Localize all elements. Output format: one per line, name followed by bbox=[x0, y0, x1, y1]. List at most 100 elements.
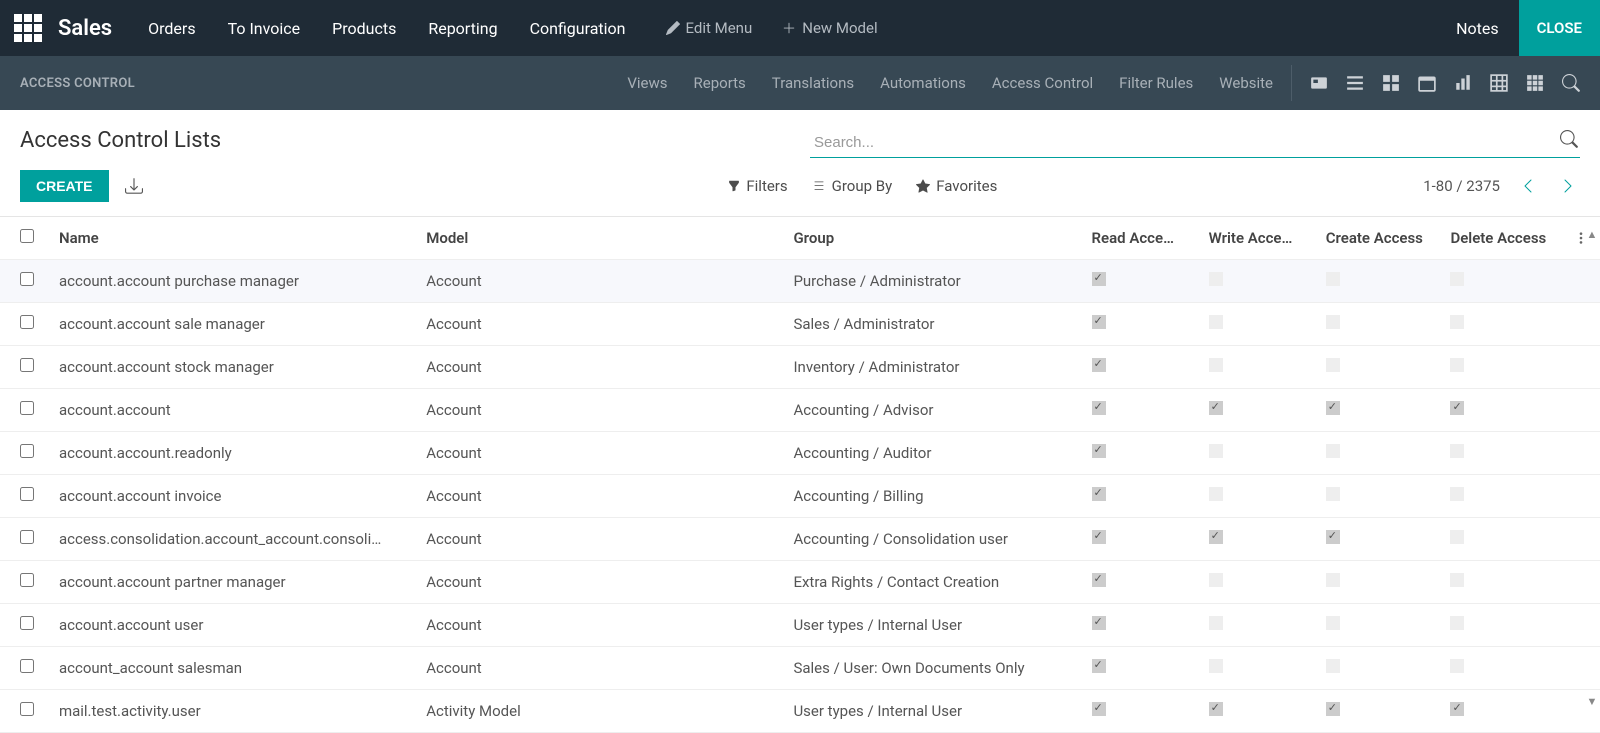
delete-checkbox[interactable] bbox=[1450, 487, 1464, 501]
create-checkbox[interactable] bbox=[1326, 487, 1340, 501]
write-checkbox[interactable] bbox=[1209, 315, 1223, 329]
pager-prev[interactable] bbox=[1516, 174, 1540, 198]
subnav-filter-rules[interactable]: Filter Rules bbox=[1119, 74, 1193, 92]
calendar-icon[interactable] bbox=[1418, 74, 1436, 92]
delete-checkbox[interactable] bbox=[1450, 401, 1464, 415]
scroll-up-icon[interactable]: ▲ bbox=[1587, 225, 1598, 244]
table-row[interactable]: access.consolidation.account_account.con… bbox=[0, 518, 1600, 561]
row-checkbox[interactable] bbox=[20, 487, 34, 501]
read-checkbox[interactable] bbox=[1092, 659, 1106, 673]
create-checkbox[interactable] bbox=[1326, 315, 1340, 329]
create-checkbox[interactable] bbox=[1326, 530, 1340, 544]
read-checkbox[interactable] bbox=[1092, 616, 1106, 630]
table-row[interactable]: account.account stock managerAccountInve… bbox=[0, 346, 1600, 389]
create-button[interactable]: CREATE bbox=[20, 170, 109, 202]
read-checkbox[interactable] bbox=[1092, 530, 1106, 544]
apps-icon[interactable] bbox=[14, 14, 42, 42]
notes-link[interactable]: Notes bbox=[1456, 19, 1499, 38]
row-checkbox[interactable] bbox=[20, 702, 34, 716]
table-row[interactable]: account.account partner managerAccountEx… bbox=[0, 561, 1600, 604]
table-row[interactable]: account.accountAccountAccounting / Advis… bbox=[0, 389, 1600, 432]
nav-products[interactable]: Products bbox=[332, 19, 396, 38]
table-row[interactable]: account.account invoiceAccountAccounting… bbox=[0, 475, 1600, 518]
row-checkbox[interactable] bbox=[20, 401, 34, 415]
subnav-automations[interactable]: Automations bbox=[880, 74, 966, 92]
table-row[interactable]: account.account.readonlyAccountAccountin… bbox=[0, 432, 1600, 475]
read-checkbox[interactable] bbox=[1092, 315, 1106, 329]
read-checkbox[interactable] bbox=[1092, 487, 1106, 501]
table-row[interactable]: account_account salesmanAccountSales / U… bbox=[0, 647, 1600, 690]
delete-checkbox[interactable] bbox=[1450, 702, 1464, 716]
write-checkbox[interactable] bbox=[1209, 487, 1223, 501]
delete-checkbox[interactable] bbox=[1450, 530, 1464, 544]
col-read[interactable]: Read Acce… bbox=[1082, 217, 1199, 260]
table-row[interactable]: account.account sale managerAccountSales… bbox=[0, 303, 1600, 346]
close-button[interactable]: CLOSE bbox=[1519, 0, 1600, 56]
read-checkbox[interactable] bbox=[1092, 358, 1106, 372]
create-checkbox[interactable] bbox=[1326, 573, 1340, 587]
row-checkbox[interactable] bbox=[20, 358, 34, 372]
new-model-button[interactable]: New Model bbox=[782, 19, 877, 37]
select-all-checkbox[interactable] bbox=[20, 229, 34, 243]
subnav-access-control[interactable]: Access Control bbox=[992, 74, 1093, 92]
pager-text[interactable]: 1-80 / 2375 bbox=[1423, 177, 1500, 195]
groupby-button[interactable]: Group By bbox=[812, 177, 893, 195]
nav-configuration[interactable]: Configuration bbox=[530, 19, 626, 38]
read-checkbox[interactable] bbox=[1092, 444, 1106, 458]
table-row[interactable]: mail.test.activity.userActivity ModelUse… bbox=[0, 690, 1600, 733]
write-checkbox[interactable] bbox=[1209, 573, 1223, 587]
create-checkbox[interactable] bbox=[1326, 444, 1340, 458]
row-checkbox[interactable] bbox=[20, 315, 34, 329]
kanban-icon[interactable] bbox=[1382, 74, 1400, 92]
read-checkbox[interactable] bbox=[1092, 573, 1106, 587]
create-checkbox[interactable] bbox=[1326, 358, 1340, 372]
subnav-reports[interactable]: Reports bbox=[694, 74, 746, 92]
col-model[interactable]: Model bbox=[416, 217, 783, 260]
row-checkbox[interactable] bbox=[20, 659, 34, 673]
nav-to-invoice[interactable]: To Invoice bbox=[228, 19, 301, 38]
delete-checkbox[interactable] bbox=[1450, 358, 1464, 372]
write-checkbox[interactable] bbox=[1209, 444, 1223, 458]
search-icon[interactable] bbox=[1562, 74, 1580, 92]
pivot-icon[interactable] bbox=[1490, 74, 1508, 92]
col-delete[interactable]: Delete Access bbox=[1440, 217, 1563, 260]
read-checkbox[interactable] bbox=[1092, 702, 1106, 716]
row-checkbox[interactable] bbox=[20, 444, 34, 458]
delete-checkbox[interactable] bbox=[1450, 272, 1464, 286]
read-checkbox[interactable] bbox=[1092, 272, 1106, 286]
app-brand[interactable]: Sales bbox=[58, 16, 112, 41]
read-checkbox[interactable] bbox=[1092, 401, 1106, 415]
scroll-down-icon[interactable]: ▼ bbox=[1587, 692, 1598, 711]
delete-checkbox[interactable] bbox=[1450, 315, 1464, 329]
edit-menu-button[interactable]: Edit Menu bbox=[666, 19, 753, 37]
col-group[interactable]: Group bbox=[783, 217, 1081, 260]
search-input[interactable] bbox=[810, 128, 1580, 158]
filters-button[interactable]: Filters bbox=[728, 177, 787, 195]
card-icon[interactable] bbox=[1310, 74, 1328, 92]
table-row[interactable]: account.account purchase managerAccountP… bbox=[0, 260, 1600, 303]
create-checkbox[interactable] bbox=[1326, 702, 1340, 716]
download-icon[interactable] bbox=[125, 177, 143, 195]
create-checkbox[interactable] bbox=[1326, 616, 1340, 630]
create-checkbox[interactable] bbox=[1326, 401, 1340, 415]
nav-orders[interactable]: Orders bbox=[148, 19, 195, 38]
list-icon[interactable] bbox=[1346, 74, 1364, 92]
col-name[interactable]: Name bbox=[49, 217, 416, 260]
row-checkbox[interactable] bbox=[20, 530, 34, 544]
pager-next[interactable] bbox=[1556, 174, 1580, 198]
graph-icon[interactable] bbox=[1454, 74, 1472, 92]
row-checkbox[interactable] bbox=[20, 272, 34, 286]
delete-checkbox[interactable] bbox=[1450, 659, 1464, 673]
col-create[interactable]: Create Access bbox=[1316, 217, 1441, 260]
grid-icon[interactable] bbox=[1526, 74, 1544, 92]
create-checkbox[interactable] bbox=[1326, 659, 1340, 673]
create-checkbox[interactable] bbox=[1326, 272, 1340, 286]
favorites-button[interactable]: Favorites bbox=[916, 177, 997, 195]
row-checkbox[interactable] bbox=[20, 616, 34, 630]
write-checkbox[interactable] bbox=[1209, 616, 1223, 630]
row-checkbox[interactable] bbox=[20, 573, 34, 587]
write-checkbox[interactable] bbox=[1209, 530, 1223, 544]
write-checkbox[interactable] bbox=[1209, 702, 1223, 716]
write-checkbox[interactable] bbox=[1209, 659, 1223, 673]
search-icon[interactable] bbox=[1560, 130, 1578, 148]
